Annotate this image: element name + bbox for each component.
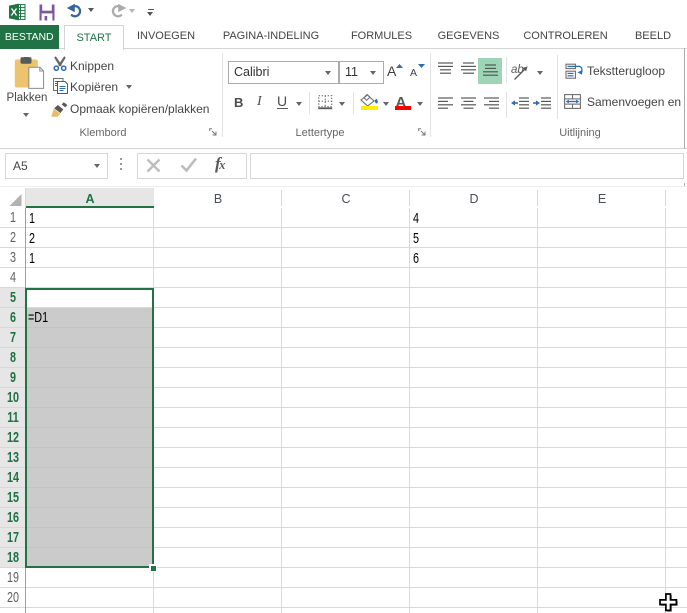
svg-text:X: X: [10, 7, 17, 19]
svg-text:ab: ab: [511, 64, 524, 76]
